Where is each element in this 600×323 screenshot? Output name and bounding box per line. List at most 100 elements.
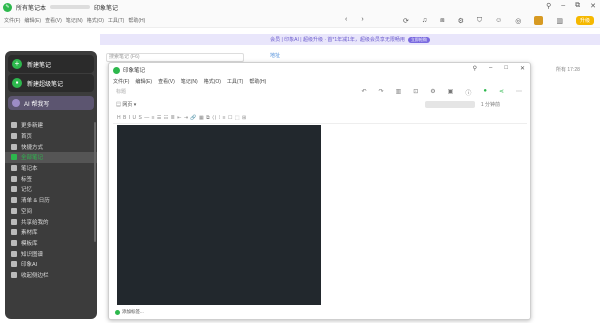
window-title: 印象笔记 [94,5,119,12]
editor-toolbar: ↶ ↷ ▥ ⊡ ⚙ ▣ ⓘ ● ⋖ ⋯ [362,88,523,97]
menu-view[interactable]: 查看(V) [158,78,175,85]
sidebar: + 新建笔记 ▪ 新建超级笔记 AI 帮我写 更多新建 首页 快捷方式 全部笔记… [5,51,97,319]
pin-icon[interactable]: ⚲ [546,2,551,10]
new-super-note-button[interactable]: ▪ 新建超级笔记 [8,74,94,92]
materials-icon [11,229,17,236]
lock-icon[interactable]: ⊡ [413,88,418,97]
sidebar-item-more-new[interactable]: 更多新建 [5,120,97,131]
format-toolbar[interactable]: H B I U S — ≡ ☰ ☷ ≣ ⇤ ⇥ 🔗 ▦ ⧉ ⟨⟩ ⁞ ≡ ☐ ⬚… [117,115,247,121]
add-tag-area[interactable]: 添加标签... [115,309,144,315]
sidebar-item-shared[interactable]: 共享给我的 [5,216,97,227]
sidebar-item-shortcuts[interactable]: 快捷方式 [5,141,97,152]
ai-icon[interactable]: ◎ [515,17,521,25]
more-icon[interactable]: ⋯ [516,88,522,97]
right-time: 所有 17:28 [556,67,580,73]
share-icon[interactable]: ⧈ [440,17,444,25]
disabled-button [424,101,475,108]
share-icon[interactable]: ⋖ [499,88,504,97]
add-tag-label: 添加标签... [122,309,144,314]
ai-label: AI 帮我写 [24,101,50,108]
sidebar-item-label: 标签 [21,176,33,183]
undo-icon[interactable]: ↶ [362,88,367,97]
menu-help[interactable]: 帮助(H) [249,78,266,85]
settings-icon[interactable]: ⚙ [430,88,435,97]
sidebar-item-memory[interactable]: 记忆 [5,184,97,195]
embedded-dark-image[interactable] [117,125,321,305]
editor-menu-bar: 文件(F) 编辑(E) 查看(V) 笔记(N) 格式(O) 工具(T) 帮助(H… [113,78,266,85]
menu-format[interactable]: 格式(O) [204,78,221,85]
avatar[interactable] [534,16,544,25]
sidebar-scrollbar[interactable] [94,122,96,242]
settings-icon[interactable]: ⚙ [458,17,464,25]
sidebar-item-spaces[interactable]: 空间 [5,206,97,217]
menu-help[interactable]: 帮助(H) [128,17,145,24]
menu-note[interactable]: 笔记(N) [66,17,83,24]
history-icon[interactable]: ▥ [396,88,402,97]
menu-tools[interactable]: 工具(T) [108,17,124,24]
promo-banner[interactable]: 会员 | 印象AI | 超级升级 · 首*1年减1年，超级会员享无限畅用 立即抢… [100,34,600,45]
list-note-title[interactable]: 地址 [270,52,280,59]
redo-icon[interactable]: ↷ [379,88,384,97]
sidebar-item-collapse[interactable]: 收起侧边栏 [5,270,97,281]
save-icon[interactable]: ▣ [448,88,454,97]
menu-tools[interactable]: 工具(T) [227,78,243,85]
memory-icon [11,186,17,193]
menu-file[interactable]: 文件(F) [4,17,20,24]
graph-icon [11,250,17,257]
minimize-icon[interactable]: – [489,65,492,72]
web-clip-selector[interactable]: ▤ 网页 ▾ [116,101,136,108]
shield-icon[interactable]: ⛉ [477,17,482,25]
sidebar-item-label: 共享给我的 [21,219,49,226]
forward-icon[interactable]: › [361,16,363,23]
sidebar-item-label: 清单 & 日历 [21,198,50,205]
bell-icon[interactable]: ♫ [422,17,427,24]
sidebar-item-label: 记忆 [21,187,33,194]
banner-tag[interactable]: 立即抢购 [407,36,430,43]
sidebar-item-yinxiang-ai[interactable]: 印象AI [5,259,97,270]
search-input[interactable]: 搜索笔记 (F6) [106,53,244,62]
grid-icon [11,122,17,129]
sidebar-item-tags[interactable]: 标签 [5,173,97,184]
space-icon [11,207,17,214]
upgrade-button[interactable]: 升级 [575,16,594,25]
title-input[interactable]: 标题 [116,88,126,95]
menu-edit[interactable]: 编辑(E) [24,17,41,24]
ai-write-button[interactable]: AI 帮我写 [8,96,94,110]
sidebar-item-tasks-calendar[interactable]: 清单 & 日历 [5,195,97,206]
sidebar-item-knowledge-graph[interactable]: 知识图谱 [5,248,97,259]
web-label: 网页 [122,102,133,108]
sidebar-item-all-notes[interactable]: 全部笔记 [5,152,97,163]
menu-file[interactable]: 文件(F) [113,78,129,85]
template-icon[interactable]: ▥ [556,17,563,25]
sidebar-item-materials[interactable]: 素材库 [5,227,97,238]
back-icon[interactable]: ‹ [345,16,347,23]
minimize-icon[interactable]: – [561,2,565,10]
maximize-icon[interactable]: ⧉ [575,2,580,10]
sidebar-item-label: 首页 [21,134,33,141]
pin-icon[interactable]: ⚲ [473,65,477,72]
close-icon[interactable]: ✕ [520,65,525,72]
plus-icon: + [12,59,22,69]
new-note-button[interactable]: + 新建笔记 [8,55,94,73]
maximize-icon[interactable]: □ [504,65,508,72]
sidebar-item-label: 全部笔记 [21,155,44,162]
sidebar-item-templates[interactable]: 模板库 [5,238,97,249]
new-note-label: 新建笔记 [27,62,52,69]
ai-icon [12,99,20,107]
menu-note[interactable]: 笔记(N) [181,78,198,85]
sidebar-item-label: 空间 [21,208,33,215]
menu-format[interactable]: 格式(O) [87,17,104,24]
user-icon[interactable]: ● [483,88,487,97]
note-editor-window: 印象笔记 ⚲ – □ ✕ 文件(F) 编辑(E) 查看(V) 笔记(N) 格式(… [108,62,531,320]
star-icon [11,143,17,150]
smile-icon[interactable]: ☺ [495,17,502,24]
notebook-icon [11,165,17,172]
close-icon[interactable]: ✕ [590,2,596,10]
sync-icon[interactable]: ⟳ [403,17,409,25]
sidebar-item-home[interactable]: 首页 [5,131,97,142]
sidebar-item-label: 更多新建 [21,123,44,130]
menu-view[interactable]: 查看(V) [45,17,62,24]
info-icon[interactable]: ⓘ [465,88,471,97]
sidebar-item-notebooks[interactable]: 笔记本 [5,163,97,174]
menu-edit[interactable]: 编辑(E) [135,78,152,85]
